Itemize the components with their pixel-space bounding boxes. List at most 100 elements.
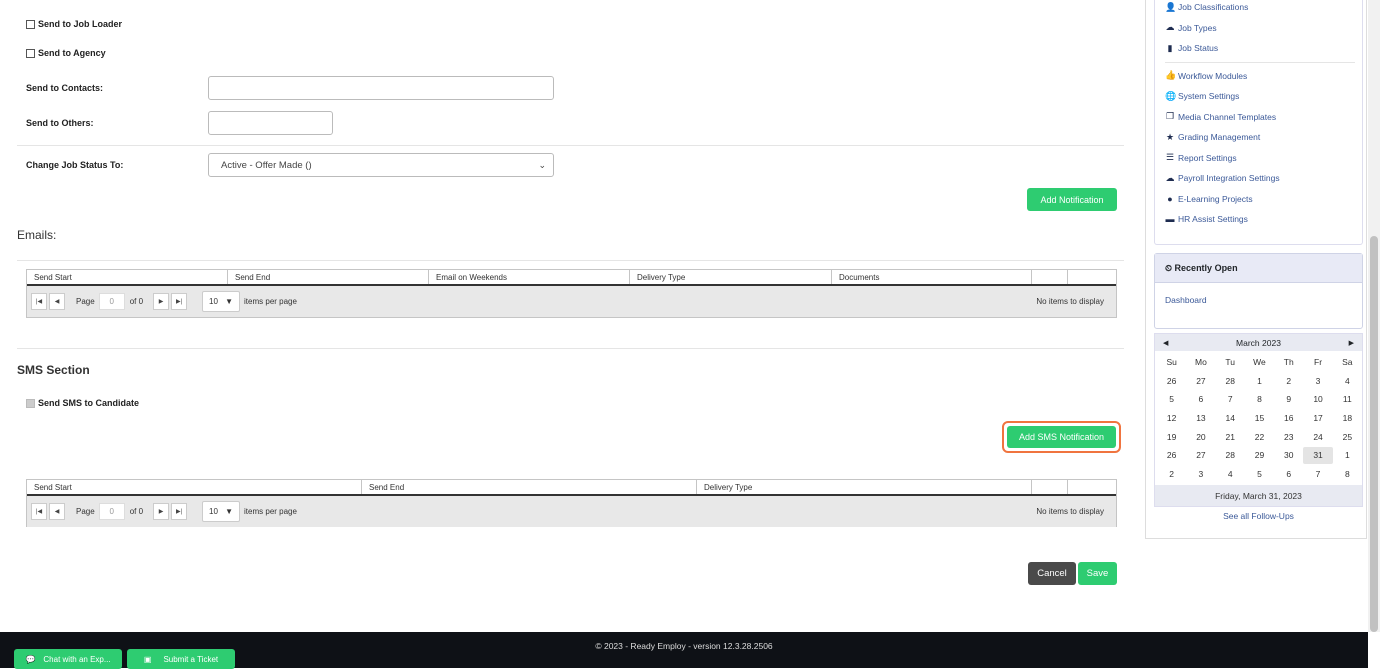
calendar-day[interactable]: 4	[1333, 376, 1362, 386]
calendar-day[interactable]: 19	[1157, 432, 1186, 442]
calendar-day[interactable]: 11	[1333, 394, 1362, 404]
chat-button[interactable]: 💬 Chat with an Exp...	[14, 649, 122, 669]
sidebar-link[interactable]: 👍 Workflow Modules	[1165, 66, 1355, 87]
calendar-day[interactable]: 29	[1245, 450, 1274, 460]
sidebar-link[interactable]: ☁ Job Types	[1165, 18, 1355, 39]
sidebar-link[interactable]: ● E-Learning Projects	[1165, 189, 1355, 210]
calendar-day[interactable]: 28	[1216, 450, 1245, 460]
scrollbar-track[interactable]	[1368, 0, 1380, 632]
calendar-day[interactable]: 22	[1245, 432, 1274, 442]
calendar-day[interactable]: 27	[1186, 376, 1215, 386]
page-size-select[interactable]: 10 ▼	[202, 291, 241, 312]
sidebar-link[interactable]: ☰ Report Settings	[1165, 148, 1355, 169]
calendar-day[interactable]: 28	[1216, 376, 1245, 386]
calendar-day[interactable]: 7	[1303, 469, 1332, 479]
page-input[interactable]: 0	[98, 293, 125, 310]
calendar-month[interactable]: March 2023	[1236, 338, 1281, 348]
calendar-day[interactable]: 5	[1157, 394, 1186, 404]
recent-item-dashboard[interactable]: Dashboard	[1155, 283, 1362, 305]
checkbox-box[interactable]	[26, 48, 35, 58]
calendar-day[interactable]: 23	[1274, 432, 1303, 442]
calendar-day[interactable]: 10	[1303, 394, 1332, 404]
calendar-day[interactable]: 30	[1274, 450, 1303, 460]
scrollbar-thumb[interactable]	[1370, 236, 1378, 632]
calendar-day[interactable]: 7	[1216, 394, 1245, 404]
calendar-day[interactable]: 4	[1216, 469, 1245, 479]
divider	[1165, 61, 1355, 63]
calendar-day[interactable]: 17	[1303, 413, 1332, 423]
calendar-day[interactable]: 27	[1186, 450, 1215, 460]
last-page-icon[interactable]: ▶|	[171, 503, 188, 520]
calendar-day[interactable]: 26	[1157, 376, 1186, 386]
job-status-select[interactable]: Active - Offer Made () ⌄	[208, 153, 554, 177]
no-items-label: No items to display	[1036, 297, 1104, 306]
prev-month-icon[interactable]: ◀	[1163, 339, 1168, 347]
column-header[interactable]: Send End	[362, 480, 697, 494]
calendar-day[interactable]: 12	[1157, 413, 1186, 423]
calendar-day[interactable]: 2	[1157, 469, 1186, 479]
sidebar-link[interactable]: ❐ Media Channel Templates	[1165, 107, 1355, 128]
next-month-icon[interactable]: ▶	[1349, 339, 1354, 347]
sidebar-link[interactable]: ☁ Payroll Integration Settings	[1165, 168, 1355, 189]
see-all-follow-ups-link[interactable]: See all Follow-Ups	[1154, 511, 1363, 521]
sidebar-link[interactable]: 🌐 System Settings	[1165, 86, 1355, 107]
send-agency-checkbox[interactable]: Send to Agency	[26, 48, 106, 58]
calendar-day[interactable]: 24	[1303, 432, 1332, 442]
column-header[interactable]: Send Start	[27, 270, 228, 284]
calendar-day[interactable]: 2	[1274, 376, 1303, 386]
calendar-day[interactable]: 8	[1245, 394, 1274, 404]
calendar-day[interactable]: 25	[1333, 432, 1362, 442]
first-page-icon[interactable]: |◀	[31, 503, 47, 520]
calendar-day[interactable]: 9	[1274, 394, 1303, 404]
send-others-input[interactable]	[208, 111, 333, 135]
send-contacts-input[interactable]	[208, 76, 554, 100]
send-job-loader-checkbox[interactable]: Send to Job Loader	[26, 19, 122, 29]
calendar-day[interactable]: 20	[1186, 432, 1215, 442]
calendar-day[interactable]: 21	[1216, 432, 1245, 442]
save-button[interactable]: Save	[1078, 562, 1117, 585]
next-page-icon[interactable]: ▶	[153, 503, 170, 520]
last-page-icon[interactable]: ▶|	[171, 293, 188, 310]
calendar-day[interactable]: 31	[1303, 446, 1333, 464]
submit-ticket-button[interactable]: ▣ Submit a Ticket	[127, 649, 235, 669]
calendar-day[interactable]: 8	[1333, 469, 1362, 479]
calendar-day[interactable]: 1	[1245, 376, 1274, 386]
add-sms-notification-button[interactable]: Add SMS Notification	[1007, 426, 1116, 448]
calendar-day[interactable]: 1	[1333, 450, 1362, 460]
column-header[interactable]: Documents	[832, 270, 1032, 284]
send-agency-label: Send to Agency	[38, 48, 106, 58]
calendar-day[interactable]: 6	[1186, 394, 1215, 404]
next-page-icon[interactable]: ▶	[153, 293, 170, 310]
sidebar-link[interactable]: ★ Grading Management	[1165, 127, 1355, 148]
sidebar-link[interactable]: ▬ HR Assist Settings	[1165, 209, 1355, 230]
calendar-day[interactable]: 18	[1333, 413, 1362, 423]
checkbox-box	[26, 398, 35, 408]
calendar-day[interactable]: 16	[1274, 413, 1303, 423]
calendar-day[interactable]: 26	[1157, 450, 1186, 460]
calendar-day[interactable]: 13	[1186, 413, 1215, 423]
page-size-select[interactable]: 10 ▼	[202, 501, 241, 522]
recently-open-title: Recently Open	[1174, 263, 1238, 273]
column-header[interactable]: Delivery Type	[697, 480, 1032, 494]
calendar-day[interactable]: 5	[1245, 469, 1274, 479]
calendar-day[interactable]: 3	[1186, 469, 1215, 479]
column-header-blank	[1032, 270, 1068, 284]
calendar-today[interactable]: Friday, March 31, 2023	[1155, 485, 1362, 506]
cancel-button[interactable]: Cancel	[1028, 562, 1076, 585]
calendar-day[interactable]: 14	[1216, 413, 1245, 423]
column-header[interactable]: Delivery Type	[630, 270, 832, 284]
column-header[interactable]: Email on Weekends	[429, 270, 630, 284]
column-header[interactable]: Send End	[228, 270, 429, 284]
calendar-day[interactable]: 3	[1303, 376, 1332, 386]
column-header[interactable]: Send Start	[27, 480, 362, 494]
first-page-icon[interactable]: |◀	[31, 293, 47, 310]
sidebar-link[interactable]: 👤 Job Classifications	[1165, 0, 1355, 18]
prev-page-icon[interactable]: ◀	[49, 503, 65, 520]
add-notification-button[interactable]: Add Notification	[1027, 188, 1117, 211]
calendar-day[interactable]: 6	[1274, 469, 1303, 479]
sidebar-link[interactable]: ▮ Job Status	[1165, 38, 1355, 59]
checkbox-box[interactable]	[26, 19, 35, 29]
page-input[interactable]: 0	[98, 503, 125, 520]
calendar-day[interactable]: 15	[1245, 413, 1274, 423]
prev-page-icon[interactable]: ◀	[49, 293, 65, 310]
